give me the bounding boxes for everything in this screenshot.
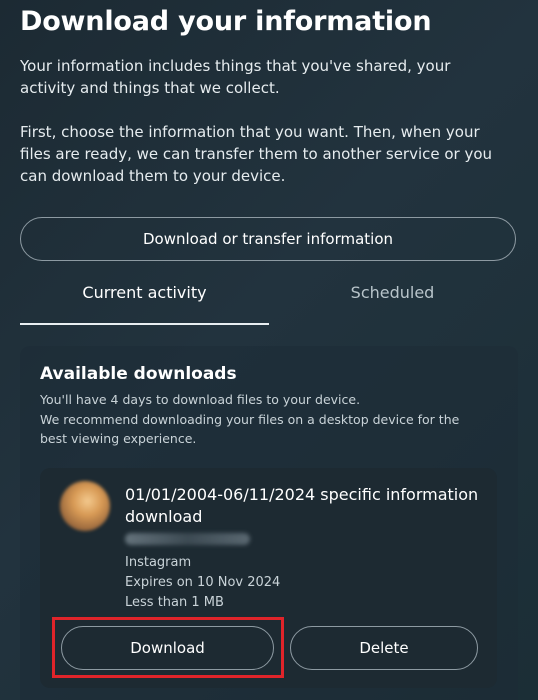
download-meta: Instagram Expires on 10 Nov 2024 Less th…: [125, 553, 280, 613]
tab-scheduled[interactable]: Scheduled: [269, 283, 516, 323]
delete-button[interactable]: Delete: [290, 626, 478, 670]
intro-text: Your information includes things that yo…: [20, 55, 510, 209]
intro-paragraph-1: Your information includes things that yo…: [20, 57, 451, 97]
available-downloads-description: You'll have 4 days to download files to …: [40, 390, 490, 449]
tab-current-activity[interactable]: Current activity: [20, 283, 269, 325]
download-size: Less than 1 MB: [125, 595, 224, 610]
description-line: We recommend downloading your files on a…: [40, 411, 460, 427]
download-or-transfer-button[interactable]: Download or transfer information: [20, 217, 516, 261]
download-source: Instagram: [125, 555, 192, 570]
download-title: 01/01/2004-06/11/2024 specific informati…: [125, 485, 479, 526]
description-line: You'll have 4 days to download files to …: [40, 392, 361, 407]
page-title: Download your information: [20, 6, 432, 37]
available-downloads-title: Available downloads: [40, 364, 237, 384]
download-button[interactable]: Download: [61, 626, 274, 670]
download-expiry: Expires on 10 Nov 2024: [125, 575, 281, 590]
activity-tabs: Current activity Scheduled: [20, 283, 516, 325]
download-info-page: Download your information Your informati…: [0, 0, 538, 700]
description-line: best viewing experience.: [40, 431, 197, 446]
intro-paragraph-2: First, choose the information that you w…: [20, 123, 493, 185]
blurred-username: [125, 533, 250, 545]
avatar: [60, 481, 110, 531]
